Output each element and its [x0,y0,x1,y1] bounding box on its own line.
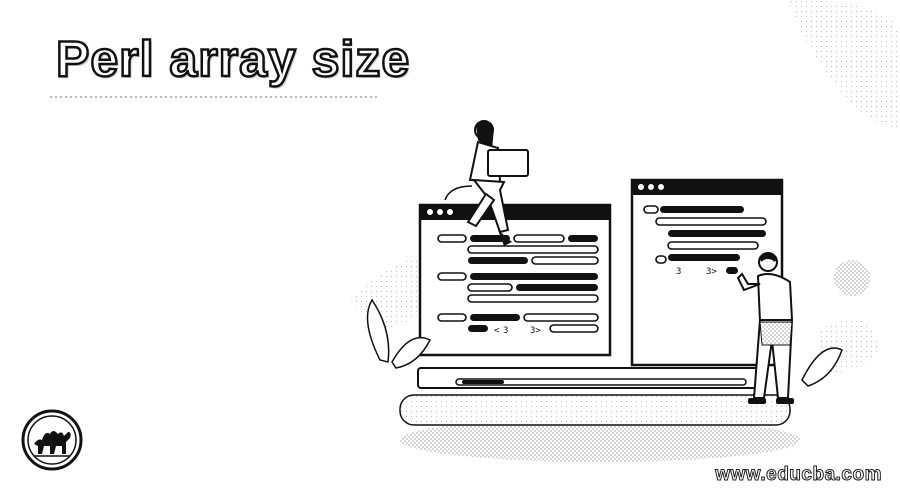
left-code-window: < 3 3> [418,203,612,357]
platform [399,394,791,426]
background-circle [834,260,870,296]
right-code-label-1: 3 [676,267,681,277]
right-code-label-2: 3> [706,267,717,277]
camel-logo-icon [21,409,83,471]
left-code-label-3: 3> [530,326,541,336]
background-blob-right [790,0,900,130]
left-code-label-2: 3 [503,326,508,336]
scrollbar-thumb [462,380,504,384]
illustration: < 3 3> 3 3> [350,0,900,462]
left-code-label-1: < [494,326,500,336]
watermark: www.educba.com [715,464,882,486]
